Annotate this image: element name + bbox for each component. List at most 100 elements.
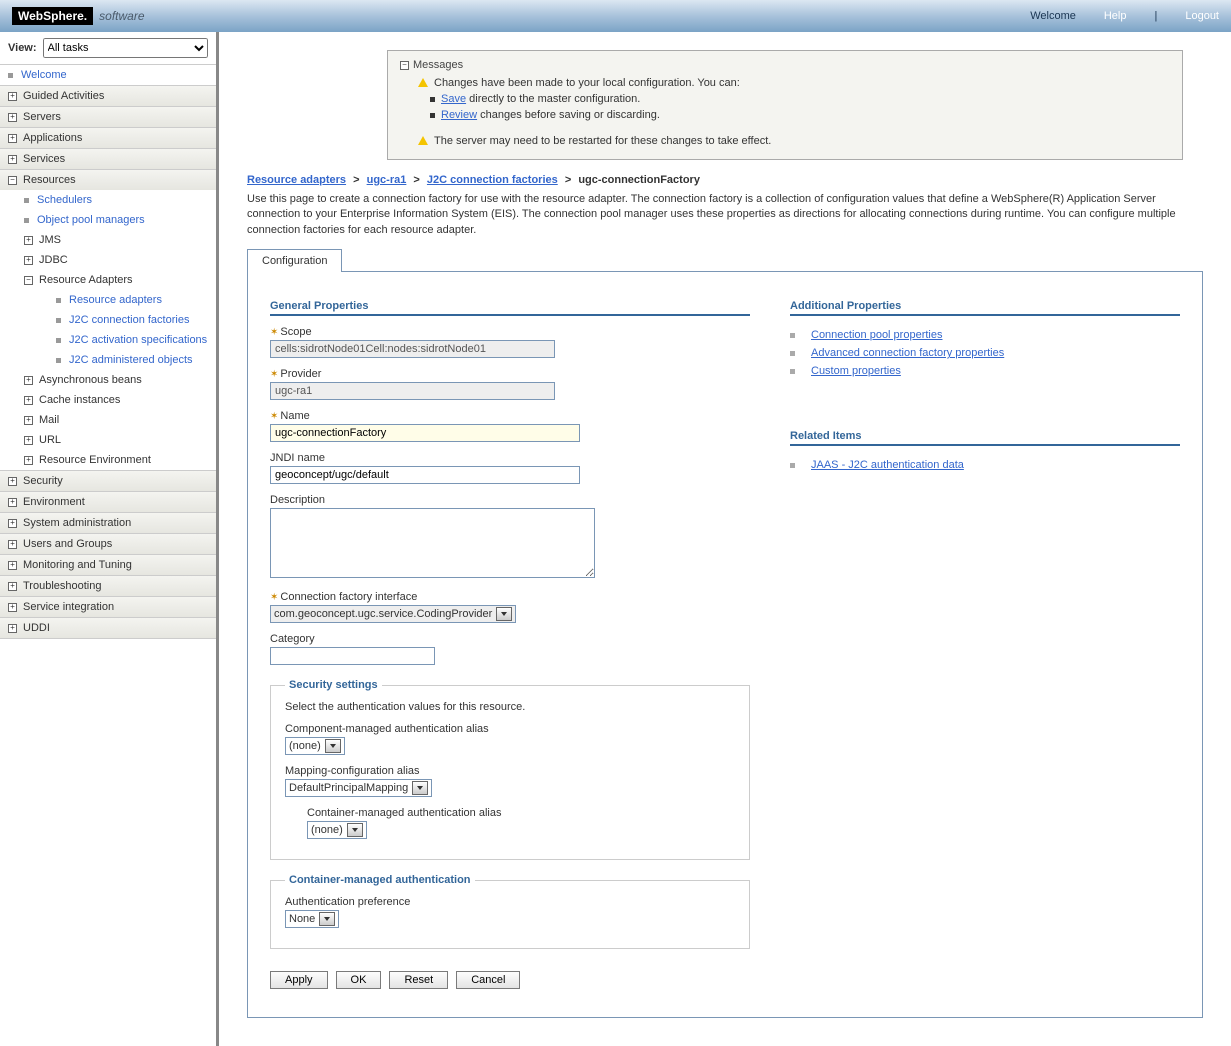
nav-guided-activities[interactable]: +Guided Activities (0, 86, 216, 106)
nav-uddi[interactable]: +UDDI (0, 618, 216, 638)
review-link[interactable]: Review (441, 109, 477, 121)
collapse-icon[interactable]: − (8, 176, 17, 185)
dropdown-icon[interactable] (319, 912, 335, 926)
expand-icon[interactable]: + (8, 155, 17, 164)
nav-jms[interactable]: +JMS (0, 230, 216, 250)
category-input[interactable] (270, 647, 435, 665)
crumb-ugc-ra1[interactable]: ugc-ra1 (367, 174, 407, 186)
help-link[interactable]: Help (1104, 10, 1127, 22)
crumb-resource-adapters[interactable]: Resource adapters (247, 174, 346, 186)
nav-troubleshooting[interactable]: +Troubleshooting (0, 576, 216, 596)
link-advanced-cf[interactable]: Advanced connection factory properties (811, 347, 1004, 359)
jndi-input[interactable] (270, 466, 580, 484)
expand-icon[interactable]: + (24, 376, 33, 385)
link-custom-props[interactable]: Custom properties (811, 365, 901, 377)
dropdown-icon[interactable] (347, 823, 363, 837)
dropdown-icon[interactable] (325, 739, 341, 753)
expand-icon[interactable]: + (8, 540, 17, 549)
bullet-icon (790, 333, 795, 338)
expand-icon[interactable]: + (8, 519, 17, 528)
nav-resource-adapters-link[interactable]: Resource adapters (0, 290, 216, 310)
expand-icon[interactable]: + (8, 624, 17, 633)
expand-icon[interactable]: + (24, 456, 33, 465)
bullet-icon (56, 358, 61, 363)
main-content: −Messages Changes have been made to your… (219, 32, 1231, 1046)
dropdown-icon[interactable] (496, 607, 512, 621)
cfi-select[interactable]: com.geoconcept.ugc.service.CodingProvide… (270, 605, 516, 623)
expand-icon[interactable]: + (24, 396, 33, 405)
nav-j2c-connection-factories[interactable]: J2C connection factories (0, 310, 216, 330)
crumb-j2c-conn-factories[interactable]: J2C connection factories (427, 174, 558, 186)
provider-label: Provider (280, 368, 321, 380)
expand-icon[interactable]: + (8, 561, 17, 570)
required-icon: ✶ (270, 369, 278, 380)
view-select[interactable]: All tasks (43, 38, 208, 58)
nav-resource-environment[interactable]: +Resource Environment (0, 450, 216, 470)
nav-mail[interactable]: +Mail (0, 410, 216, 430)
mapping-alias-select[interactable]: DefaultPrincipalMapping (285, 779, 432, 797)
reset-button[interactable]: Reset (389, 971, 448, 989)
component-alias-select[interactable]: (none) (285, 737, 345, 755)
nav-async-beans[interactable]: +Asynchronous beans (0, 370, 216, 390)
expand-icon[interactable]: + (8, 134, 17, 143)
logout-link[interactable]: Logout (1185, 10, 1219, 22)
expand-icon[interactable]: + (8, 498, 17, 507)
collapse-icon[interactable]: − (24, 276, 33, 285)
message-changes-text: Changes have been made to your local con… (434, 77, 740, 89)
expand-icon[interactable]: + (24, 416, 33, 425)
nav-jdbc[interactable]: +JDBC (0, 250, 216, 270)
warning-icon (418, 78, 428, 87)
breadcrumb: Resource adapters > ugc-ra1 > J2C connec… (247, 174, 1203, 186)
expand-icon[interactable]: + (8, 582, 17, 591)
ok-button[interactable]: OK (336, 971, 382, 989)
expand-icon[interactable]: + (8, 113, 17, 122)
nav-cache-instances[interactable]: +Cache instances (0, 390, 216, 410)
provider-input (270, 382, 555, 400)
collapse-icon[interactable]: − (400, 61, 409, 70)
nav-applications[interactable]: +Applications (0, 128, 216, 148)
scope-input (270, 340, 555, 358)
nav-service-integration[interactable]: +Service integration (0, 597, 216, 617)
auth-pref-label: Authentication preference (285, 896, 410, 908)
nav-resource-adapters[interactable]: −Resource Adapters (0, 270, 216, 290)
tab-configuration[interactable]: Configuration (247, 249, 342, 272)
jndi-label: JNDI name (270, 452, 325, 464)
required-icon: ✶ (270, 592, 278, 603)
save-link[interactable]: Save (441, 93, 466, 105)
expand-icon[interactable]: + (8, 603, 17, 612)
expand-icon[interactable]: + (24, 256, 33, 265)
nav-system-administration[interactable]: +System administration (0, 513, 216, 533)
expand-icon[interactable]: + (24, 236, 33, 245)
nav-users-groups[interactable]: +Users and Groups (0, 534, 216, 554)
nav-j2c-activation-specs[interactable]: J2C activation specifications (0, 330, 216, 350)
bullet-icon (24, 218, 29, 223)
container-alias-select[interactable]: (none) (307, 821, 367, 839)
description-textarea[interactable] (270, 508, 595, 578)
security-settings-title: Security settings (285, 679, 382, 691)
dropdown-icon[interactable] (412, 781, 428, 795)
nav-security[interactable]: +Security (0, 471, 216, 491)
link-connection-pool[interactable]: Connection pool properties (811, 329, 942, 341)
expand-icon[interactable]: + (8, 92, 17, 101)
nav-resources[interactable]: −Resources (0, 170, 216, 190)
nav-environment[interactable]: +Environment (0, 492, 216, 512)
nav-servers[interactable]: +Servers (0, 107, 216, 127)
nav-object-pool-managers[interactable]: Object pool managers (0, 210, 216, 230)
nav-j2c-administered-objects[interactable]: J2C administered objects (0, 350, 216, 370)
bullet-icon (8, 73, 13, 78)
nav-monitoring-tuning[interactable]: +Monitoring and Tuning (0, 555, 216, 575)
nav-url[interactable]: +URL (0, 430, 216, 450)
security-hint: Select the authentication values for thi… (285, 701, 735, 713)
nav-schedulers[interactable]: Schedulers (0, 190, 216, 210)
apply-button[interactable]: Apply (270, 971, 328, 989)
view-label: View: (8, 42, 37, 54)
cancel-button[interactable]: Cancel (456, 971, 520, 989)
auth-pref-select[interactable]: None (285, 910, 339, 928)
link-jaas[interactable]: JAAS - J2C authentication data (811, 459, 964, 471)
nav-services[interactable]: +Services (0, 149, 216, 169)
expand-icon[interactable]: + (24, 436, 33, 445)
nav-welcome[interactable]: Welcome (0, 65, 216, 85)
name-input[interactable] (270, 424, 580, 442)
expand-icon[interactable]: + (8, 477, 17, 486)
cfi-label: Connection factory interface (280, 591, 417, 603)
